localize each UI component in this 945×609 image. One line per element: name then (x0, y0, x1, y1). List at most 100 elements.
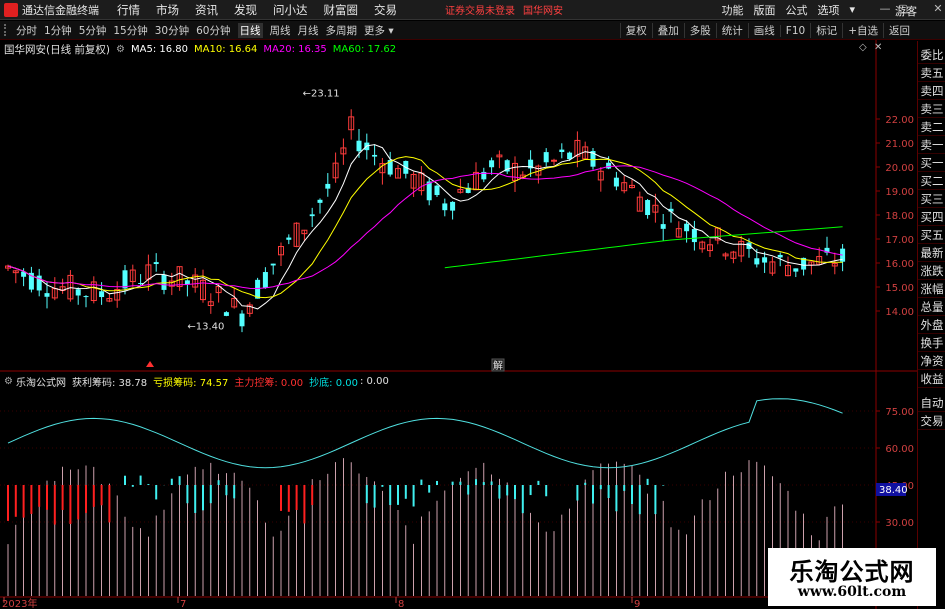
tool-adjust[interactable]: 复权 (619, 23, 652, 38)
loss-curve (7, 398, 843, 469)
menu-formula[interactable]: 公式 (785, 2, 807, 18)
candle-body (270, 263, 276, 266)
side-tab-sell3[interactable]: 卖三 (918, 100, 945, 118)
candle-body (684, 223, 690, 232)
price-tick-label: 15.00 (885, 283, 914, 294)
candle-body (551, 159, 557, 162)
candle-body (777, 254, 783, 258)
period-multi[interactable]: 多周期 (326, 23, 358, 38)
menu-wealth[interactable]: 财富圈 (324, 2, 359, 18)
period-daily[interactable]: 日线 (237, 22, 263, 38)
period-1min[interactable]: 1分钟 (44, 23, 72, 38)
candle-body (489, 160, 495, 168)
indicator-info-line: ⚙ 乐淘公式网 获利筹码: 38.78 亏损筹码: 74.57 主力控筹: 0.… (4, 374, 389, 389)
watermark-title: 乐淘公式网 (789, 558, 915, 586)
chart-settings-icon[interactable]: ◇ (859, 42, 867, 53)
tool-draw[interactable]: 画线 (747, 23, 780, 38)
chevron-down-icon[interactable]: ▾ (849, 3, 855, 16)
side-tab-change[interactable]: 涨跌 (918, 262, 945, 280)
restore-icon[interactable]: ▢ (896, 2, 910, 16)
watermark: 乐淘公式网 www.60lt.com (768, 548, 936, 606)
menu-function[interactable]: 功能 (721, 2, 743, 18)
side-tab-sell1[interactable]: 卖一 (918, 136, 945, 154)
menu-news[interactable]: 资讯 (195, 2, 218, 18)
side-tab-sell5[interactable]: 卖五 (918, 64, 945, 82)
candle-body (442, 203, 448, 211)
period-monthly[interactable]: 月线 (298, 23, 319, 38)
side-tab-buy1[interactable]: 买一 (918, 154, 945, 172)
side-tab-change-pct[interactable]: 涨幅 (918, 280, 945, 298)
side-tab-buy2[interactable]: 买二 (918, 172, 945, 190)
chart-close-icon[interactable]: ✕ (874, 42, 882, 53)
kline-chart[interactable]: 22.00 21.00 20.00 19.00 18.00 17.00 16.00 15.00… (0, 40, 917, 609)
period-intraday[interactable]: 分时 (16, 23, 37, 38)
side-tab-volume[interactable]: 总量 (918, 298, 945, 316)
candle-body (317, 199, 323, 203)
price-tick-label: 18.00 (885, 211, 914, 222)
period-more[interactable]: 更多 ▾ (364, 23, 394, 38)
period-toolbar: 分时 1分钟 5分钟 15分钟 30分钟 60分钟 日线 周线 月线 多周期 更… (0, 21, 945, 40)
side-tab-earnings[interactable]: 收益 (918, 370, 945, 388)
side-tab-sell4[interactable]: 卖四 (918, 82, 945, 100)
period-5min[interactable]: 5分钟 (79, 23, 107, 38)
price-tick-label: 20.00 (885, 163, 914, 174)
side-tab-auto[interactable]: 自动 (918, 394, 945, 412)
side-tab-outer[interactable]: 外盘 (918, 316, 945, 334)
candle-body (613, 177, 619, 187)
side-tab-trade[interactable]: 交易 (918, 412, 945, 430)
tool-buttons: 复权 叠加 多股 统计 画线 F10 标记 +自选 返回 (619, 21, 915, 40)
candle-body (762, 257, 768, 263)
period-60min[interactable]: 60分钟 (196, 23, 230, 38)
candle-body (543, 152, 549, 163)
side-tab-turnover[interactable]: 换手 (918, 334, 945, 352)
menu-quotes[interactable]: 行情 (117, 2, 140, 18)
ma5-label: MA5: 16.80 (131, 43, 189, 55)
tool-overlay[interactable]: 叠加 (651, 23, 684, 38)
menu-ask[interactable]: 问小达 (273, 2, 308, 18)
candle-body (138, 282, 144, 284)
time-tick-label: 2023年 (2, 597, 37, 609)
period-15min[interactable]: 15分钟 (113, 23, 147, 38)
candlesticks (5, 109, 846, 333)
toolbar-grip-icon (4, 24, 10, 36)
side-tab-weibi[interactable]: 委比 (918, 46, 945, 64)
side-panel: 委比 卖五 卖四 卖三 卖二 卖一 买一 买二 买三 买四 买五 最新 涨跌 涨… (917, 41, 945, 609)
menu-options[interactable]: 选项 (817, 2, 839, 18)
menu-layout[interactable]: 版面 (753, 2, 775, 18)
tool-add-watchlist[interactable]: +自选 (842, 23, 883, 38)
side-tab-buy5[interactable]: 买五 (918, 226, 945, 244)
settings-icon[interactable]: ⚙ (116, 44, 125, 55)
candle-body (161, 274, 167, 290)
menu-trade[interactable]: 交易 (374, 2, 397, 18)
minimize-icon[interactable]: — (878, 2, 892, 16)
ind-tick-label: 30.00 (885, 518, 914, 529)
period-30min[interactable]: 30分钟 (155, 23, 189, 38)
candle-body (691, 229, 697, 243)
candle-body (567, 152, 573, 160)
period-weekly[interactable]: 周线 (270, 23, 291, 38)
tool-stats[interactable]: 统计 (715, 23, 748, 38)
side-tab-buy3[interactable]: 买三 (918, 190, 945, 208)
menu-market[interactable]: 市场 (156, 2, 179, 18)
price-tick-label: 19.00 (885, 187, 914, 198)
indicator-settings-icon[interactable]: ⚙ (4, 376, 13, 387)
menu-discover[interactable]: 发现 (234, 2, 257, 18)
ma60-label: MA60: 17.62 (332, 43, 397, 55)
tool-f10[interactable]: F10 (779, 24, 810, 37)
side-tab-buy4[interactable]: 买四 (918, 208, 945, 226)
candle-body (44, 293, 50, 297)
tool-mark[interactable]: 标记 (810, 23, 842, 38)
side-tab-latest[interactable]: 最新 (918, 244, 945, 262)
login-status[interactable]: 证券交易未登录 (445, 2, 515, 17)
stock-name-period: 国华网安(日线 前复权) (4, 43, 111, 56)
close-icon[interactable]: ✕ (931, 2, 945, 16)
low-annotation: ←13.40 (187, 321, 224, 332)
ma60-line (444, 226, 843, 269)
side-tab-sell2[interactable]: 卖二 (918, 118, 945, 136)
candle-body (239, 313, 245, 327)
tool-multi-stock[interactable]: 多股 (683, 23, 716, 38)
price-tick-label: 16.00 (885, 259, 914, 270)
tool-back[interactable]: 返回 (883, 23, 915, 38)
side-tab-net-assets[interactable]: 净资 (918, 352, 945, 370)
candle-body (450, 201, 456, 211)
